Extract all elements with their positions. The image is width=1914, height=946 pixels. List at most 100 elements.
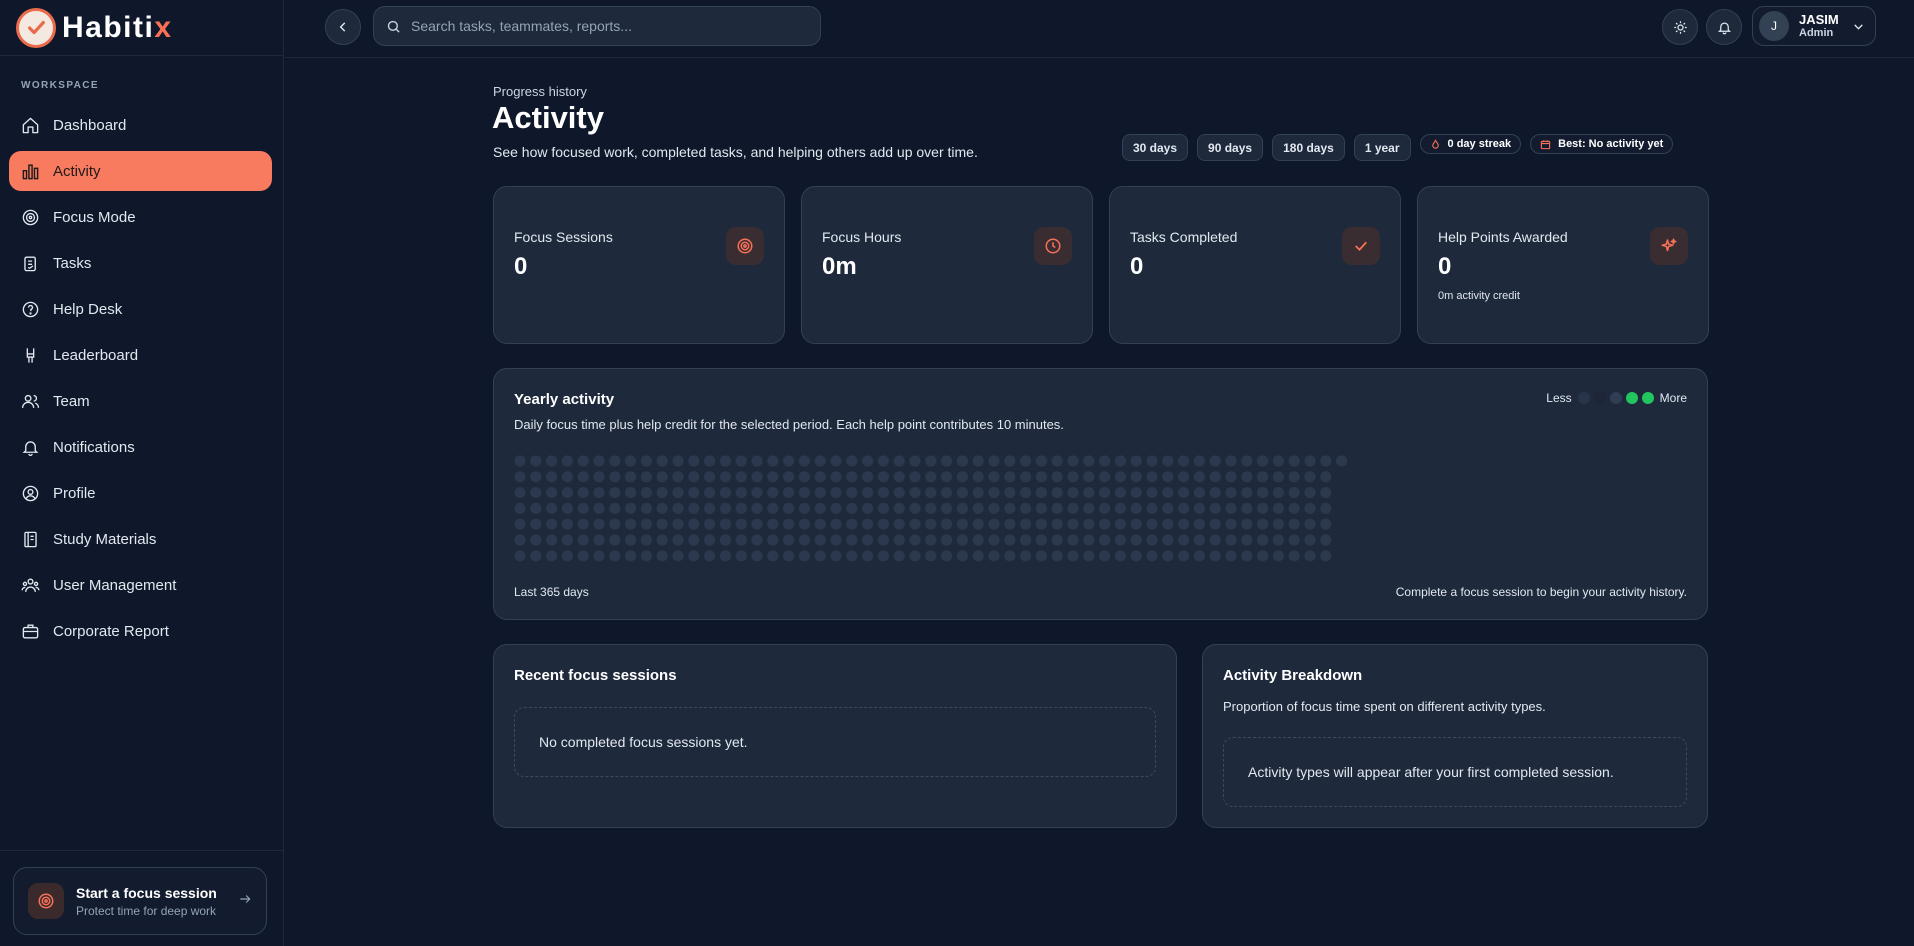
heatmap-day-cell <box>767 550 779 562</box>
heatmap-day-cell <box>925 471 937 483</box>
heatmap-day-cell <box>672 455 684 467</box>
heatmap-day-cell <box>767 487 779 499</box>
heatmap-day-cell <box>909 455 921 467</box>
brand[interactable]: Habitix <box>0 0 283 56</box>
heatmap-day-cell <box>1067 518 1079 530</box>
heatmap-day-cell <box>1178 550 1190 562</box>
heatmap-day-cell <box>1004 455 1016 467</box>
heatmap-day-cell <box>1193 455 1205 467</box>
sidebar-item-help-desk[interactable]: Help Desk <box>9 289 272 329</box>
heatmap-day-cell <box>640 487 652 499</box>
heatmap-day-cell <box>688 455 700 467</box>
heatmap-day-cell <box>719 502 731 514</box>
heatmap-day-cell <box>1130 534 1142 546</box>
heatmap-day-cell <box>1272 534 1284 546</box>
heatmap-day-cell <box>1130 487 1142 499</box>
activity-breakdown-card: Activity Breakdown Proportion of focus t… <box>1202 644 1708 828</box>
heatmap-day-cell <box>814 518 826 530</box>
heatmap-day-cell <box>609 471 621 483</box>
sidebar-item-label: Help Desk <box>53 300 123 318</box>
avatar: J <box>1759 11 1789 41</box>
heatmap-day-cell <box>956 518 968 530</box>
start-focus-session-button[interactable]: Start a focus session Protect time for d… <box>13 867 267 935</box>
heatmap-day-cell <box>814 534 826 546</box>
range-180-days-button[interactable]: 180 days <box>1272 134 1345 161</box>
heatmap-day-cell <box>1320 471 1332 483</box>
heatmap-day-cell <box>1099 502 1111 514</box>
heatmap-day-cell <box>1336 455 1348 467</box>
sidebar-item-user-management[interactable]: User Management <box>9 565 272 605</box>
home-icon <box>22 117 39 133</box>
stat-card-tasks-completed: Tasks Completed 0 <box>1109 186 1401 344</box>
heatmap-day-cell <box>1257 550 1269 562</box>
sidebar-item-label: User Management <box>53 576 177 594</box>
heatmap-day-cell <box>1304 518 1316 530</box>
collapse-sidebar-button[interactable] <box>325 9 361 45</box>
heatmap-day-cell <box>941 518 953 530</box>
heatmap-day-cell <box>1241 550 1253 562</box>
heatmap-day-cell <box>798 502 810 514</box>
stat-value: 0 <box>1438 253 1452 280</box>
heatmap-day-cell <box>988 502 1000 514</box>
user-menu[interactable]: J JASIM Admin <box>1752 6 1876 46</box>
heatmap-day-cell <box>862 455 874 467</box>
heatmap-day-cell <box>593 471 605 483</box>
clock-icon <box>1034 227 1072 265</box>
sidebar-item-activity[interactable]: Activity <box>9 151 272 191</box>
heatmap-day-cell <box>767 518 779 530</box>
heatmap-day-cell <box>1257 455 1269 467</box>
heatmap-day-cell <box>1051 455 1063 467</box>
theme-toggle-button[interactable] <box>1662 9 1698 45</box>
yearly-subtitle: Daily focus time plus help credit for th… <box>514 417 1064 432</box>
search-bar[interactable] <box>373 6 821 46</box>
streak-badge: 0 day streak <box>1419 134 1522 154</box>
heatmap-day-cell <box>609 534 621 546</box>
heatmap-day-cell <box>625 471 637 483</box>
heatmap-day-cell <box>1162 502 1174 514</box>
target-icon <box>28 883 64 919</box>
range-1-year-button[interactable]: 1 year <box>1353 134 1411 161</box>
heatmap-day-cell <box>577 534 589 546</box>
sidebar-item-tasks[interactable]: Tasks <box>9 243 272 283</box>
heatmap-footer-left: Last 365 days <box>514 585 589 599</box>
sidebar-item-profile[interactable]: Profile <box>9 473 272 513</box>
heatmap-day-cell <box>1241 502 1253 514</box>
heatmap-day-cell <box>783 455 795 467</box>
heatmap-day-cell <box>672 487 684 499</box>
sidebar-item-leaderboard[interactable]: Leaderboard <box>9 335 272 375</box>
heatmap-day-cell <box>1067 534 1079 546</box>
notifications-button[interactable] <box>1706 9 1742 45</box>
heatmap-day-cell <box>893 550 905 562</box>
range-90-days-button[interactable]: 90 days <box>1197 134 1264 161</box>
heatmap-day-cell <box>561 487 573 499</box>
heatmap-day-cell <box>640 455 652 467</box>
heatmap-day-cell <box>783 518 795 530</box>
sidebar-item-team[interactable]: Team <box>9 381 272 421</box>
sidebar-item-dashboard[interactable]: Dashboard <box>9 105 272 145</box>
heatmap-day-cell <box>561 518 573 530</box>
range-30-days-button[interactable]: 30 days <box>1122 134 1189 161</box>
heatmap-day-cell <box>1193 471 1205 483</box>
heatmap-day-cell <box>1020 455 1032 467</box>
heatmap-day-cell <box>1051 550 1063 562</box>
heatmap-day-cell <box>1193 550 1205 562</box>
sidebar-item-corporate-report[interactable]: Corporate Report <box>9 611 272 651</box>
sidebar-item-study-materials[interactable]: Study Materials <box>9 519 272 559</box>
sidebar-item-focus-mode[interactable]: Focus Mode <box>9 197 272 237</box>
heatmap-day-cell <box>1130 455 1142 467</box>
heatmap-day-cell <box>656 502 668 514</box>
heatmap-day-cell <box>704 518 716 530</box>
heatmap-day-cell <box>704 455 716 467</box>
sidebar-item-notifications[interactable]: Notifications <box>9 427 272 467</box>
search-input[interactable] <box>411 18 791 34</box>
heatmap-day-cell <box>846 471 858 483</box>
help-circle-icon <box>22 301 39 317</box>
heatmap-day-cell <box>688 550 700 562</box>
heatmap-day-cell <box>893 471 905 483</box>
sidebar-item-label: Dashboard <box>53 116 127 134</box>
heatmap-day-cell <box>514 455 526 467</box>
bar-chart-icon <box>22 163 39 179</box>
heatmap-day-cell <box>909 550 921 562</box>
heatmap-day-cell <box>593 518 605 530</box>
heatmap-day-cell <box>830 487 842 499</box>
